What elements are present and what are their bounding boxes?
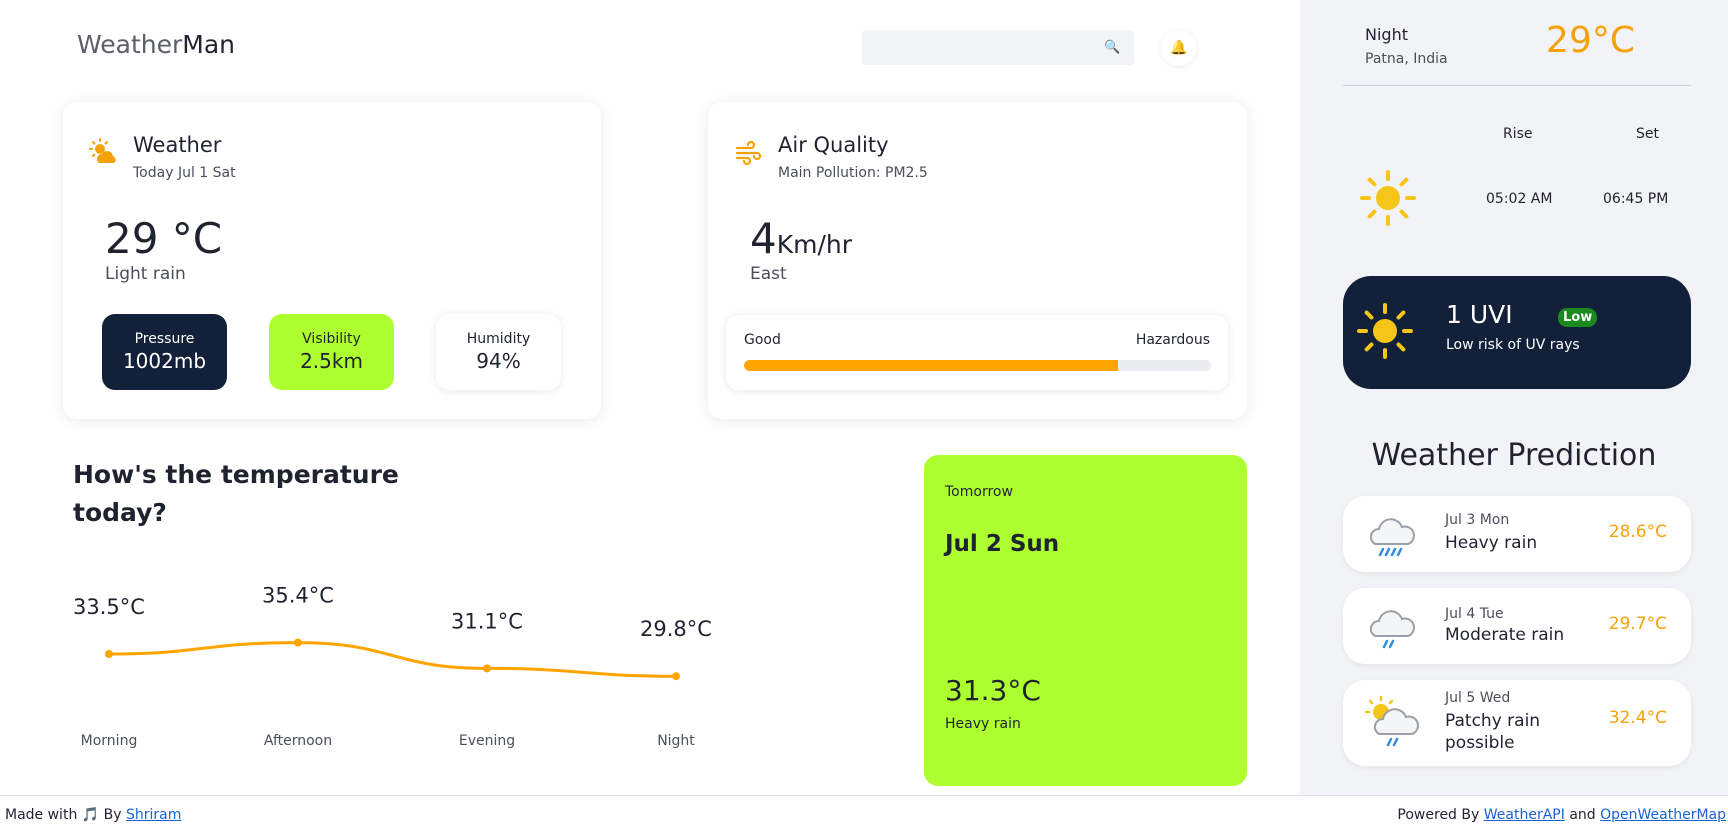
- music-icon: 🎵: [81, 807, 100, 823]
- weather-title: Weather: [133, 133, 222, 157]
- prediction-date: Jul 5 Wed: [1445, 690, 1511, 706]
- weather-date: Today Jul 1 Sat: [133, 165, 236, 181]
- footer-powered-by: Powered By WeatherAPI and OpenWeatherMap: [1397, 807, 1726, 823]
- side-temperature: 29°C: [1546, 20, 1635, 61]
- period-label: Night: [1365, 25, 1408, 44]
- search-icon[interactable]: 🔍: [1104, 40, 1120, 55]
- humidity-tile: Humidity 94%: [436, 314, 561, 390]
- app-logo: WeatherMan: [77, 30, 235, 59]
- prediction-card: Jul 3 Mon Heavy rain 28.6°C: [1343, 496, 1691, 572]
- sunset-time: 06:45 PM: [1603, 191, 1669, 207]
- temperature-point: [294, 638, 302, 647]
- time-of-day-label: Afternoon: [264, 733, 332, 749]
- humidity-label: Humidity: [466, 331, 531, 347]
- tomorrow-condition: Heavy rain: [945, 716, 1021, 732]
- current-period-block: Night Patna, India 29°C: [1343, 20, 1691, 86]
- air-quality-title: Air Quality: [778, 133, 889, 157]
- sunrise-time: 05:02 AM: [1486, 191, 1553, 207]
- heavy-rain-icon: [1369, 518, 1415, 557]
- openweathermap-link[interactable]: OpenWeatherMap: [1600, 807, 1726, 823]
- author-link[interactable]: Shriram: [126, 807, 181, 823]
- wind-speed-unit: Km/hr: [776, 230, 853, 259]
- sunset-label: Set: [1636, 126, 1659, 142]
- prediction-condition: Moderate rain: [1445, 625, 1565, 645]
- time-of-day-label: Evening: [459, 733, 515, 749]
- uv-sun-icon: [1357, 303, 1413, 359]
- notification-bell-button[interactable]: 🔔: [1161, 30, 1197, 66]
- side-panel: Night Patna, India 29°C Rise Set 05:02 A…: [1300, 0, 1728, 795]
- wind-speed: 4Km/hr: [750, 214, 852, 263]
- tomorrow-card: Tomorrow Jul 2 Sun 31.3°C Heavy rain: [924, 455, 1247, 786]
- main-pollutant: Main Pollution: PM2.5: [778, 165, 928, 181]
- prediction-temperature: 32.4°C: [1608, 708, 1667, 728]
- air-quality-bar-track: [744, 360, 1211, 371]
- tomorrow-date: Jul 2 Sun: [945, 531, 1060, 557]
- temperature-series-line: [108, 641, 677, 678]
- uv-risk-badge: Low: [1558, 308, 1598, 327]
- partly-sunny-icon: [89, 138, 116, 163]
- footer-credit: Made with 🎵 By Shriram: [5, 807, 181, 823]
- prediction-title: Weather Prediction: [1371, 438, 1657, 473]
- temperature-data-label: 33.5°C: [73, 595, 145, 619]
- scale-low-label: Good: [744, 332, 781, 348]
- uv-value: 1 UVI: [1446, 300, 1513, 329]
- prediction-date: Jul 3 Mon: [1445, 512, 1510, 528]
- temperature-section-title: How's the temperature today?: [73, 460, 399, 527]
- time-of-day-label: Morning: [81, 733, 138, 749]
- prediction-date: Jul 4 Tue: [1445, 606, 1504, 622]
- temperature-data-label: 29.8°C: [640, 617, 712, 641]
- prediction-card: Jul 5 Wed Patchy rain possible 32.4°C: [1343, 680, 1691, 766]
- uv-description: Low risk of UV rays: [1446, 337, 1580, 353]
- wind-icon: [735, 140, 762, 166]
- weatherapi-link[interactable]: WeatherAPI: [1484, 807, 1565, 823]
- pressure-value: 1002mb: [122, 349, 207, 373]
- prediction-temperature: 29.7°C: [1608, 614, 1667, 634]
- temperature-point: [672, 672, 680, 681]
- prediction-card: Jul 4 Tue Moderate rain 29.7°C: [1343, 588, 1691, 664]
- humidity-value: 94%: [476, 349, 521, 373]
- time-of-day-label: Night: [657, 733, 695, 749]
- tomorrow-temperature: 31.3°C: [945, 674, 1041, 707]
- sun-icon: [1360, 170, 1416, 226]
- logo-light-text: Weather: [77, 30, 183, 59]
- air-quality-card: Air Quality Main Pollution: PM2.5 4Km/hr…: [708, 102, 1247, 419]
- prediction-condition: Heavy rain: [1445, 533, 1538, 553]
- temperature-point: [105, 650, 113, 658]
- pressure-label: Pressure: [134, 331, 195, 347]
- footer: Made with 🎵 By Shriram Powered By Weathe…: [0, 795, 1728, 826]
- sunrise-label: Rise: [1503, 126, 1533, 142]
- moderate-rain-icon: [1369, 610, 1415, 649]
- current-condition: Light rain: [105, 264, 186, 284]
- visibility-label: Visibility: [302, 331, 361, 347]
- made-with-text: Made with: [5, 807, 78, 823]
- search-input[interactable]: [862, 30, 1134, 65]
- air-quality-bar-fill: [744, 360, 1118, 371]
- prediction-temperature: 28.6°C: [1608, 522, 1667, 542]
- bell-icon: 🔔: [1170, 40, 1188, 56]
- current-temperature: 29 °C: [105, 214, 223, 263]
- patchy-rain-icon: [1364, 695, 1419, 747]
- temperature-line-chart: 33.5°C Morning 35.4°C Afternoon 31.1°C Evenin…: [73, 584, 712, 749]
- wind-direction: East: [750, 264, 787, 284]
- logo-bold-text: Man: [182, 30, 235, 59]
- powered-by-text: Powered By: [1397, 807, 1480, 823]
- temperature-data-label: 35.4°C: [262, 584, 334, 608]
- prediction-condition: Patchy rain possible: [1445, 711, 1541, 753]
- visibility-value: 2.5km: [300, 349, 363, 373]
- uv-index-card: 1 UVI Low Low risk of UV rays: [1343, 276, 1691, 389]
- weather-card: Weather Today Jul 1 Sat 29 °C Light rain…: [63, 102, 601, 419]
- temperature-data-label: 31.1°C: [451, 609, 523, 633]
- visibility-tile: Visibility 2.5km: [269, 314, 394, 390]
- location-label: Patna, India: [1365, 51, 1448, 67]
- temperature-point: [483, 664, 491, 673]
- tomorrow-label: Tomorrow: [945, 484, 1013, 500]
- scale-high-label: Hazardous: [1135, 332, 1210, 348]
- by-text: By: [103, 807, 122, 823]
- pressure-tile: Pressure 1002mb: [102, 314, 227, 390]
- and-text: and: [1569, 807, 1596, 823]
- air-quality-meter: Good Hazardous: [726, 315, 1228, 390]
- wind-speed-value: 4: [750, 214, 777, 263]
